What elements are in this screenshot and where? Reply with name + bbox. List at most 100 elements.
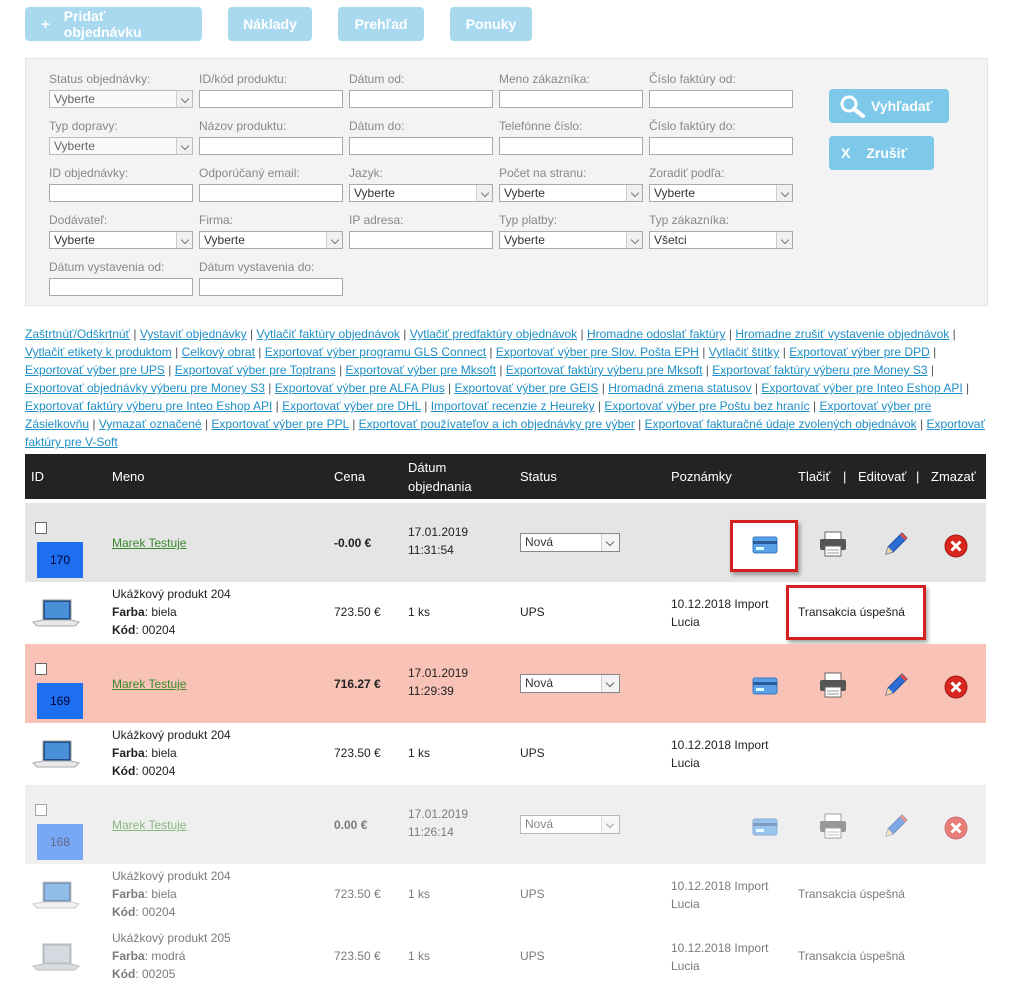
product-color: Farba: biela	[112, 605, 177, 619]
col-price[interactable]: Cena	[334, 469, 365, 485]
cancel-button[interactable]: X Zrušiť	[829, 136, 934, 170]
row-checkbox[interactable]	[35, 804, 47, 816]
col-name[interactable]: Meno	[112, 469, 145, 485]
action-link[interactable]: Exportovať výber pre Toptrans	[175, 363, 336, 377]
issue-date-from-input[interactable]	[49, 278, 193, 296]
delivery-type-select[interactable]: Vyberte	[49, 137, 193, 155]
action-link[interactable]: Vytlačiť predfaktúry objednávok	[410, 327, 577, 341]
plus-icon: +	[41, 15, 50, 33]
issue-date-to-input[interactable]	[199, 278, 343, 296]
date-from-input[interactable]	[349, 90, 493, 108]
action-link[interactable]: Exportovať faktúry výberu pre Money S3	[712, 363, 927, 377]
supplier-select[interactable]: Vyberte	[49, 231, 193, 249]
product-row: Ukážkový produkt 204 Farba: biela Kód: 0…	[25, 864, 986, 926]
order-id-badge[interactable]: 168	[37, 824, 83, 860]
action-link[interactable]: Exportovať výber pre DPD	[789, 345, 930, 359]
action-link[interactable]: Vymazať označené	[99, 417, 202, 431]
action-link[interactable]: Vystaviť objednávky	[140, 327, 247, 341]
link-separator: |	[246, 327, 257, 341]
row-checkbox[interactable]	[35, 522, 47, 534]
printer-icon[interactable]	[818, 530, 848, 558]
order-id-input[interactable]	[49, 184, 193, 202]
action-link[interactable]: Exportovať používateľov a ich objednávky…	[359, 417, 635, 431]
delete-icon[interactable]	[943, 815, 969, 841]
customer-name-input[interactable]	[499, 90, 643, 108]
edit-pencil-icon[interactable]	[882, 812, 910, 840]
offers-button[interactable]: Ponuky	[450, 7, 532, 41]
invoice-from-input[interactable]	[649, 90, 793, 108]
ip-address-input[interactable]	[349, 231, 493, 249]
product-id-input[interactable]	[199, 90, 343, 108]
customer-name-link[interactable]: Marek Testuje	[112, 536, 186, 550]
action-link[interactable]: Hromadne odoslať faktúry	[587, 327, 726, 341]
action-link[interactable]: Exportovať výber pre Inteo Eshop API	[761, 381, 962, 395]
printer-icon[interactable]	[818, 671, 848, 699]
action-link[interactable]: Vytlačiť etikety k produktom	[25, 345, 172, 359]
action-link[interactable]: Zaštrtnúť/Odškrtnúť	[25, 327, 130, 341]
col-id[interactable]: ID	[31, 469, 44, 485]
action-link[interactable]: Exportovať výber pre Mksoft	[346, 363, 497, 377]
customer-type-select[interactable]: Všetci	[649, 231, 793, 249]
product-name-input[interactable]	[199, 137, 343, 155]
order-id-badge[interactable]: 169	[37, 683, 83, 719]
action-link[interactable]: Exportovať výber pre DHL	[282, 399, 421, 413]
referral-email-input[interactable]	[199, 184, 343, 202]
action-link[interactable]: Hromadná zmena statusov	[608, 381, 751, 395]
credit-card-icon[interactable]	[752, 535, 778, 555]
col-status[interactable]: Status	[520, 469, 557, 485]
action-link[interactable]: Exportovať objednávky výberu pre Money S…	[25, 381, 265, 395]
overview-button[interactable]: Prehľad	[338, 7, 424, 41]
status-select[interactable]: Nová	[520, 674, 620, 693]
laptop-thumbnail	[31, 599, 80, 627]
sort-by-select[interactable]: Vyberte	[649, 184, 793, 202]
phone-input[interactable]	[499, 137, 643, 155]
product-note: 10.12.2018 Import Lucia	[671, 879, 769, 911]
order-id-badge[interactable]: 170	[37, 542, 83, 578]
company-select[interactable]: Vyberte	[199, 231, 343, 249]
action-link[interactable]: Exportovať výber pre PPL	[211, 417, 348, 431]
add-order-button[interactable]: + Pridať objednávku	[25, 7, 202, 41]
date-to-input[interactable]	[349, 137, 493, 155]
per-page-select[interactable]: Vyberte	[499, 184, 643, 202]
action-link[interactable]: Importovať recenzie z Heureky	[431, 399, 595, 413]
language-select[interactable]: Vyberte	[349, 184, 493, 202]
payment-type-select[interactable]: Vyberte	[499, 231, 643, 249]
action-link[interactable]: Exportovať výber pre ALFA Plus	[275, 381, 445, 395]
credit-card-icon[interactable]	[752, 676, 778, 696]
action-link[interactable]: Hromadne zrušiť vystavenie objednávok	[735, 327, 949, 341]
invoice-to-input[interactable]	[649, 137, 793, 155]
action-link[interactable]: Vytlačiť štítky	[709, 345, 780, 359]
action-link[interactable]: Exportovať faktúry výberu pre Inteo Esho…	[25, 399, 272, 413]
customer-name-link[interactable]: Marek Testuje	[112, 677, 186, 691]
edit-pencil-icon[interactable]	[882, 530, 910, 558]
action-link[interactable]: Exportovať výber pre GEIS	[454, 381, 598, 395]
action-link[interactable]: Exportovať výber pre Poštu bez hraníc	[604, 399, 809, 413]
sort-by-filter: Zoradiť podľa: Vyberte	[649, 165, 794, 202]
credit-card-icon[interactable]	[752, 817, 778, 837]
action-link[interactable]: Exportovať fakturačné údaje zvolených ob…	[645, 417, 917, 431]
action-link[interactable]: Vytlačiť faktúry objednávok	[256, 327, 399, 341]
action-link[interactable]: Exportovať výber pre Slov. Pošta EPH	[496, 345, 699, 359]
edit-pencil-icon[interactable]	[882, 671, 910, 699]
link-separator: |	[702, 363, 713, 377]
transaction-status: Transakcia úspešná	[798, 605, 905, 619]
costs-button[interactable]: Náklady	[228, 7, 312, 41]
col-date[interactable]: Dátum	[408, 460, 446, 476]
customer-name-link[interactable]: Marek Testuje	[112, 818, 186, 832]
delete-icon[interactable]	[943, 533, 969, 559]
link-separator: |	[399, 327, 410, 341]
search-button[interactable]: Vyhľadať	[829, 89, 949, 123]
status-select[interactable]: Nová	[520, 533, 620, 552]
action-link[interactable]: Exportovať faktúry výberu pre Mksoft	[506, 363, 703, 377]
delete-icon[interactable]	[943, 674, 969, 700]
row-checkbox[interactable]	[35, 663, 47, 675]
link-separator: |	[164, 363, 175, 377]
order-status-select[interactable]: Vyberte	[49, 90, 193, 108]
bulk-action-links: Zaštrtnúť/Odškrtnúť | Vystaviť objednávk…	[25, 325, 993, 451]
action-link[interactable]: Celkový obrat	[182, 345, 255, 359]
status-select[interactable]: Nová	[520, 815, 620, 834]
printer-icon[interactable]	[818, 812, 848, 840]
action-link[interactable]: Exportovať výber pre UPS	[25, 363, 165, 377]
transaction-status: Transakcia úspešná	[798, 887, 905, 901]
action-link[interactable]: Exportovať výber programu GLS Connect	[265, 345, 486, 359]
